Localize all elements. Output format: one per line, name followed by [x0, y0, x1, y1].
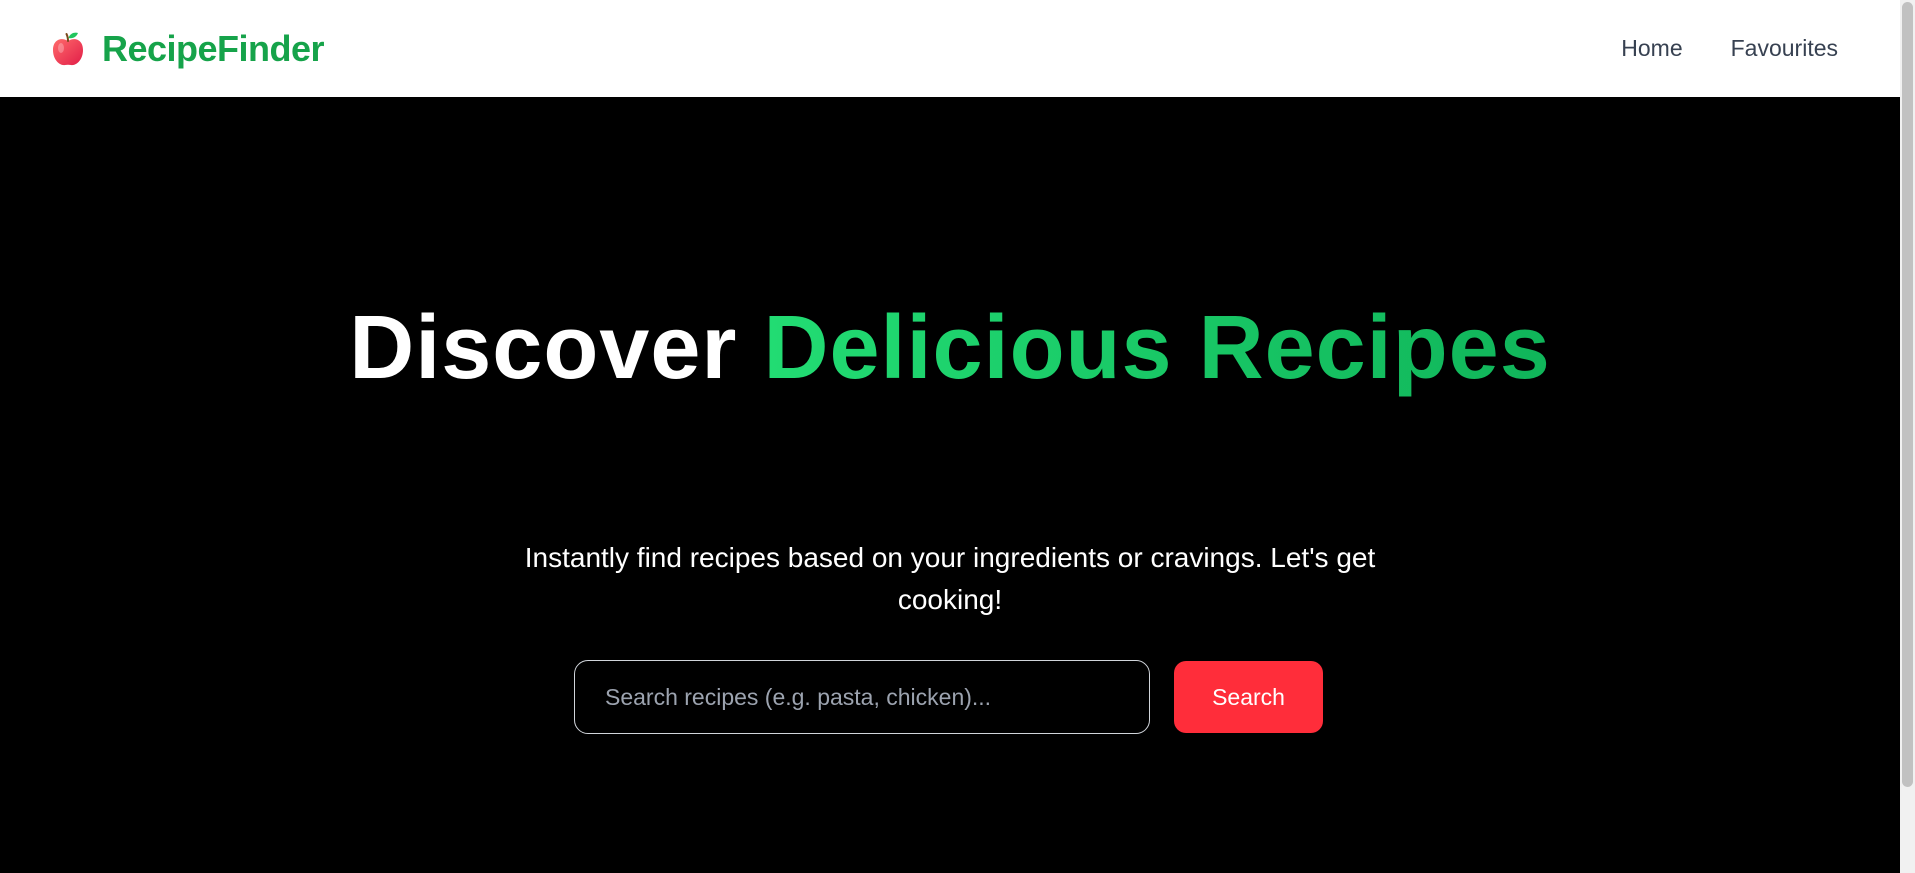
nav-link-favourites[interactable]: Favourites: [1731, 35, 1838, 62]
nav-link-home[interactable]: Home: [1621, 35, 1682, 62]
search-input[interactable]: [574, 660, 1150, 734]
hero-subtitle: Instantly find recipes based on your ing…: [524, 542, 1376, 615]
nav-links: Home Favourites: [1621, 35, 1838, 62]
page: RecipeFinder Home Favourites Discover De…: [0, 0, 1915, 873]
top-navbar: RecipeFinder Home Favourites: [0, 0, 1900, 97]
scrollbar-thumb[interactable]: [1902, 2, 1913, 787]
page-scrollbar[interactable]: [1900, 0, 1915, 873]
apple-icon: [53, 32, 83, 65]
hero-title: Discover Delicious Recipes: [0, 293, 1900, 403]
hero-section: Discover Delicious Recipes Instantly fin…: [0, 97, 1900, 873]
brand-name: RecipeFinder: [102, 27, 325, 69]
hero-title-plain: Discover: [349, 298, 764, 398]
brand-logo-link[interactable]: RecipeFinder: [48, 27, 325, 70]
hero-title-accent: Delicious Recipes: [763, 298, 1551, 398]
search-button[interactable]: Search: [1174, 661, 1323, 733]
